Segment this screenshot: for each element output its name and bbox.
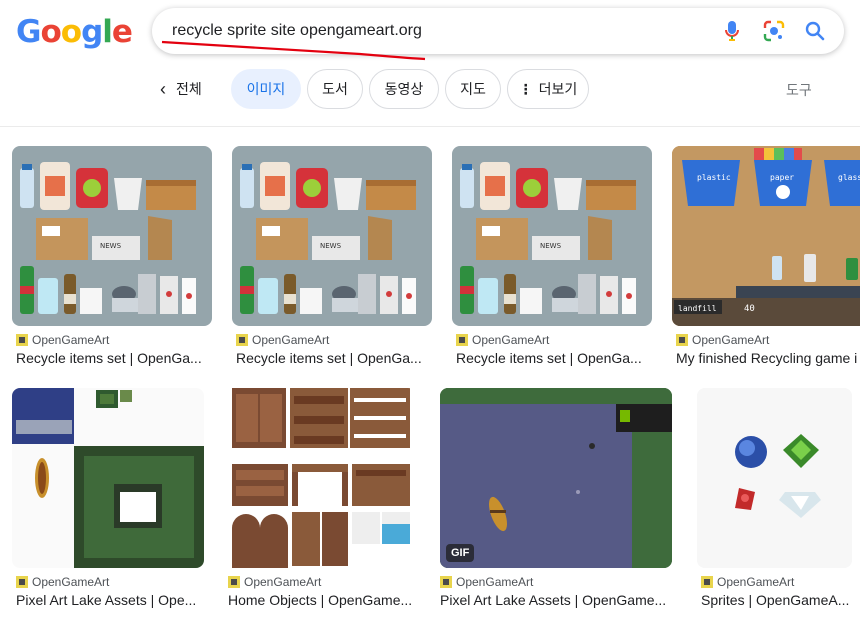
filter-bar: ‹ 전체 이미지 도서 동영상 지도 ⋮ 더보기 도구 bbox=[0, 68, 860, 112]
opengameart-favicon bbox=[16, 576, 28, 588]
result-thumbnail[interactable] bbox=[224, 388, 416, 568]
bin-label: glass bbox=[838, 173, 860, 182]
result-source[interactable]: OpenGameArt bbox=[16, 575, 109, 589]
result-title[interactable]: Pixel Art Lake Assets | OpenGame... bbox=[440, 592, 668, 608]
tools-button[interactable]: 도구 bbox=[786, 80, 812, 100]
red-underline-annotation bbox=[161, 40, 426, 61]
news-label: NEWS bbox=[540, 242, 562, 250]
result-thumbnail[interactable] bbox=[12, 388, 204, 568]
result-title[interactable]: Pixel Art Lake Assets | Ope... bbox=[16, 592, 204, 608]
more-vert-icon: ⋮ bbox=[518, 80, 533, 97]
result-title[interactable]: My finished Recycling game i bbox=[676, 350, 860, 366]
logo-letter: o bbox=[40, 14, 61, 50]
back-label: 전체 bbox=[176, 81, 202, 97]
bin-label: paper bbox=[770, 173, 794, 182]
result-title[interactable]: Sprites | OpenGameA... bbox=[701, 592, 852, 608]
result-thumbnail[interactable]: NEWS bbox=[12, 146, 212, 326]
result-thumbnail[interactable]: GIF bbox=[440, 388, 672, 568]
tab-maps[interactable]: 지도 bbox=[445, 69, 501, 109]
result-thumbnail[interactable] bbox=[697, 388, 852, 568]
opengameart-favicon bbox=[440, 576, 452, 588]
gif-badge: GIF bbox=[446, 544, 475, 562]
news-label: NEWS bbox=[320, 242, 342, 250]
search-icon[interactable] bbox=[803, 19, 827, 43]
result-source[interactable]: OpenGameArt bbox=[676, 333, 769, 347]
microphone-icon[interactable] bbox=[720, 19, 744, 43]
source-name: OpenGameArt bbox=[472, 333, 550, 347]
all-results-link[interactable]: ‹ 전체 bbox=[160, 68, 202, 110]
source-name: OpenGameArt bbox=[456, 575, 534, 589]
result-source[interactable]: OpenGameArt bbox=[16, 333, 109, 347]
landfill-label: landfill bbox=[678, 304, 717, 313]
logo-letter: o bbox=[60, 14, 82, 50]
opengameart-favicon bbox=[701, 576, 713, 588]
tab-videos[interactable]: 동영상 bbox=[369, 69, 439, 109]
result-title[interactable]: Home Objects | OpenGame... bbox=[228, 592, 416, 608]
result-source[interactable]: OpenGameArt bbox=[440, 575, 533, 589]
opengameart-favicon bbox=[236, 334, 248, 346]
opengameart-favicon bbox=[228, 576, 240, 588]
bin-label: plastic bbox=[697, 173, 731, 182]
result-thumbnail[interactable]: plastic paper glass landfill 40 bbox=[672, 146, 860, 326]
opengameart-favicon bbox=[456, 334, 468, 346]
logo-letter: g bbox=[81, 14, 103, 50]
tab-books[interactable]: 도서 bbox=[307, 69, 363, 109]
opengameart-favicon bbox=[676, 334, 688, 346]
result-source[interactable]: OpenGameArt bbox=[228, 575, 321, 589]
logo-letter: e bbox=[111, 14, 133, 50]
logo-letter: G bbox=[16, 14, 41, 50]
chevron-left-icon: ‹ bbox=[160, 79, 166, 99]
tab-more[interactable]: ⋮ 더보기 bbox=[507, 69, 589, 109]
news-label: NEWS bbox=[100, 242, 122, 250]
result-thumbnail[interactable]: NEWS bbox=[452, 146, 652, 326]
result-title[interactable]: Recycle items set | OpenGa... bbox=[16, 350, 212, 366]
source-name: OpenGameArt bbox=[252, 333, 330, 347]
tab-more-label: 더보기 bbox=[538, 81, 578, 97]
result-source[interactable]: OpenGameArt bbox=[456, 333, 549, 347]
logo-letter: l bbox=[102, 14, 113, 50]
tab-images[interactable]: 이미지 bbox=[231, 69, 301, 109]
google-lens-icon[interactable] bbox=[762, 19, 786, 43]
source-name: OpenGameArt bbox=[692, 333, 770, 347]
result-source[interactable]: OpenGameArt bbox=[236, 333, 329, 347]
google-logo[interactable]: Google bbox=[16, 14, 133, 50]
source-name: OpenGameArt bbox=[717, 575, 795, 589]
result-title[interactable]: Recycle items set | OpenGa... bbox=[236, 350, 432, 366]
source-name: OpenGameArt bbox=[32, 333, 110, 347]
source-name: OpenGameArt bbox=[244, 575, 322, 589]
header-divider bbox=[0, 126, 860, 127]
result-source[interactable]: OpenGameArt bbox=[701, 575, 794, 589]
result-thumbnail[interactable]: NEWS bbox=[232, 146, 432, 326]
source-name: OpenGameArt bbox=[32, 575, 110, 589]
opengameart-favicon bbox=[16, 334, 28, 346]
result-title[interactable]: Recycle items set | OpenGa... bbox=[456, 350, 652, 366]
score-label: 40 bbox=[744, 304, 755, 314]
